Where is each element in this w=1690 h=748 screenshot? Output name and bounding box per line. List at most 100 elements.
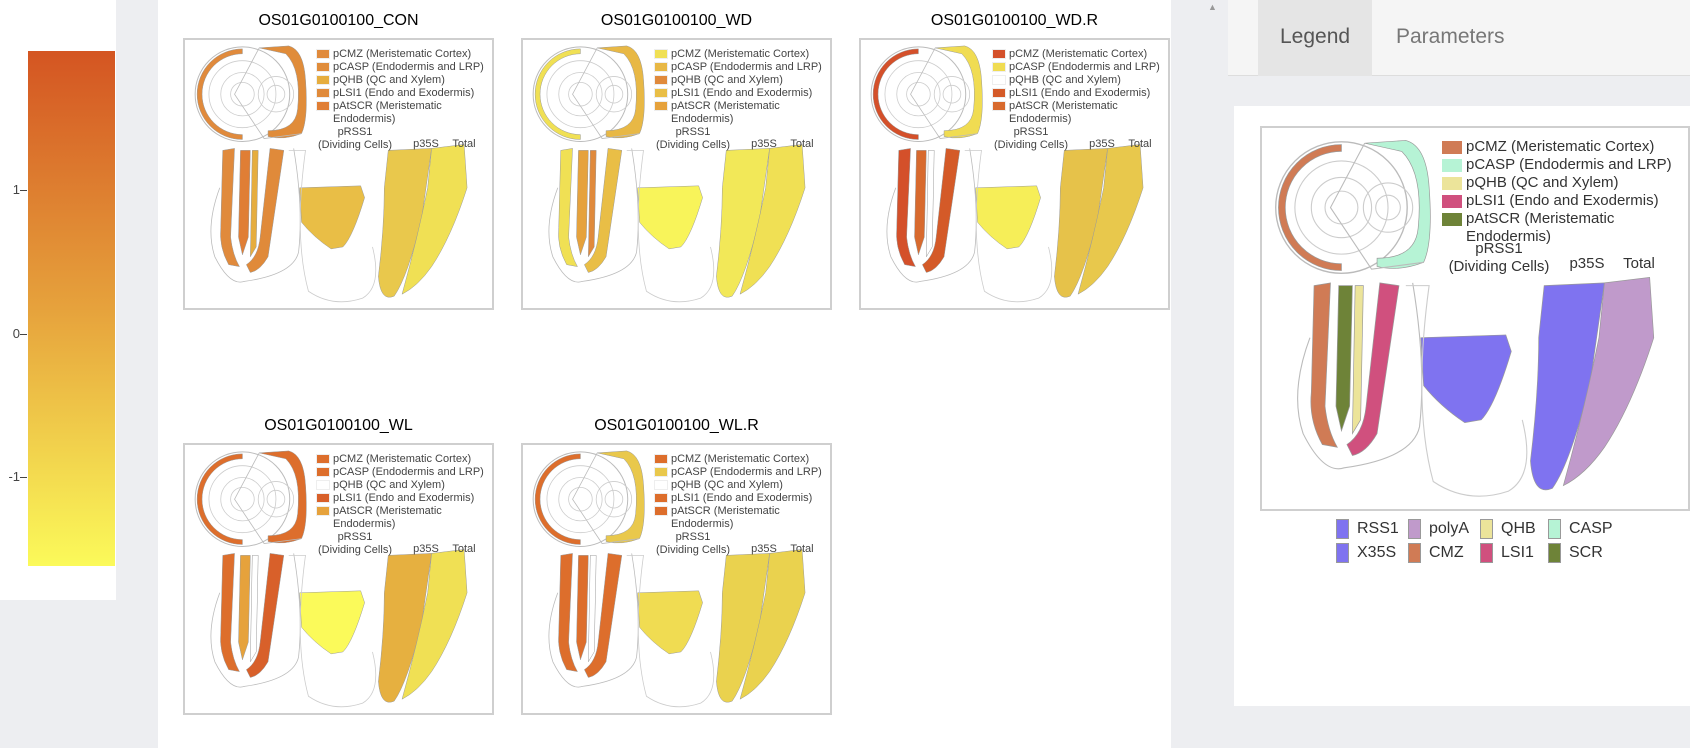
casp-wedge-region	[597, 45, 645, 139]
cmz-region	[558, 148, 578, 267]
panel-title: OS01G0100100_CON	[258, 12, 419, 29]
key-item: CASP	[1548, 518, 1613, 540]
cmz-swatch	[316, 454, 330, 464]
qhb-swatch	[654, 480, 668, 490]
cmz-ring-region	[196, 48, 243, 140]
expression-panels: OS01G0100100_CON pCMZ (Meristematic Corte…	[158, 0, 1171, 748]
color-scale-gradient	[28, 51, 115, 566]
scr-swatch	[992, 101, 1006, 111]
scale-tick	[20, 477, 27, 478]
qhb-swatch	[654, 75, 668, 85]
tab-parameters[interactable]: Parameters	[1396, 0, 1536, 76]
scr-label: pAtSCR (Meristematic Endodermis)	[333, 505, 442, 530]
key-swatch	[1480, 519, 1493, 539]
key-item: polyA	[1408, 518, 1469, 540]
scr-swatch	[316, 506, 330, 516]
casp-label: pCASP (Endodermis and LRP)	[333, 61, 484, 73]
key-swatch	[1336, 543, 1349, 563]
casp-swatch	[316, 467, 330, 477]
casp-swatch	[316, 62, 330, 72]
key-swatch	[1548, 543, 1561, 563]
panel-legend: pCMZ (Meristematic Cortex) pCASP (Endoder…	[654, 48, 822, 126]
key-item: RSS1	[1336, 518, 1399, 540]
expression-panel: OS01G0100100_WD pCMZ (Meristematic Cortex…	[521, 12, 832, 312]
scr-swatch	[1442, 213, 1462, 226]
casp-label: pCASP (Endodermis and LRP)	[333, 466, 484, 478]
total-label: Total	[1128, 138, 1152, 150]
cmz-swatch	[316, 49, 330, 59]
tab-legend[interactable]: Legend	[1258, 0, 1372, 76]
cmz-region	[1310, 282, 1339, 448]
panel-title: OS01G0100100_WD.R	[930, 12, 1099, 29]
scroll-up-arrow-icon[interactable]: ▲	[1208, 2, 1217, 12]
expression-panel: OS01G0100100_WL pCMZ (Meristematic Cortex…	[183, 417, 494, 717]
qhb-label: pQHB (QC and Xylem)	[671, 479, 783, 491]
cmz-region	[896, 148, 916, 267]
total-label: Total	[790, 543, 814, 555]
p35s-label: p35S	[413, 543, 439, 555]
qhb-swatch	[1442, 177, 1462, 190]
lsi1-label: pLSI1 (Endo and Exodermis)	[1466, 192, 1659, 209]
scr-region	[1335, 285, 1353, 433]
cmz-ring-region	[872, 48, 919, 140]
scr-label: pAtSCR (Meristematic Endodermis)	[1009, 100, 1118, 125]
cmz-swatch	[654, 49, 668, 59]
total-label: Total	[452, 138, 476, 150]
casp-swatch	[654, 62, 668, 72]
key-item: LSI1	[1480, 542, 1534, 564]
lsi1-label: pLSI1 (Endo and Exodermis)	[333, 492, 475, 504]
legend-panel: pCMZ (Meristematic Cortex) pCASP (Endode…	[1234, 106, 1690, 706]
scr-label: pAtSCR (Meristematic Endodermis)	[671, 100, 780, 125]
rss1-label: pRSS1 (Dividing Cells)	[1448, 240, 1550, 275]
scale-tick-label: 1	[12, 182, 20, 197]
qhb-label: pQHB (QC and Xylem)	[671, 74, 783, 86]
casp-label: pCASP (Endodermis and LRP)	[1009, 61, 1160, 73]
expression-panel: OS01G0100100_WL.R pCMZ (Meristematic Cort…	[521, 417, 832, 717]
rss1-region	[299, 185, 365, 250]
legend-diagram: pCMZ (Meristematic Cortex) pCASP (Endode…	[1260, 126, 1690, 511]
qhb-label: pQHB (QC and Xylem)	[333, 479, 445, 491]
casp-label: pCASP (Endodermis and LRP)	[1466, 156, 1672, 173]
rss1-label: pRSS1 (Dividing Cells)	[994, 126, 1068, 151]
scr-region	[914, 150, 927, 256]
lsi1-label: pLSI1 (Endo and Exodermis)	[671, 492, 813, 504]
scr-swatch	[654, 101, 668, 111]
lsi1-swatch	[1442, 195, 1462, 208]
panel-legend: pCMZ (Meristematic Cortex) pCASP (Endoder…	[316, 453, 484, 531]
panel-diagram: pCMZ (Meristematic Cortex) pCASP (Endoder…	[183, 443, 494, 715]
lsi1-swatch	[316, 88, 330, 98]
lsi1-swatch	[992, 88, 1006, 98]
casp-wedge-region	[259, 450, 307, 544]
panel-diagram: pCMZ (Meristematic Cortex) pCASP (Endoder…	[521, 443, 832, 715]
casp-wedge-region	[597, 450, 645, 544]
casp-swatch	[654, 467, 668, 477]
rss1-region	[637, 590, 703, 655]
p35s-label: p35S	[1569, 255, 1605, 272]
rss1-label: pRSS1 (Dividing Cells)	[318, 531, 392, 556]
key-swatch	[1480, 543, 1493, 563]
cross-section-outline	[194, 451, 291, 547]
qhb-region	[250, 555, 259, 663]
total-label: Total	[1623, 255, 1655, 272]
cmz-swatch	[1442, 141, 1462, 154]
cmz-label: pCMZ (Meristematic Cortex)	[333, 48, 472, 60]
cmz-label: pCMZ (Meristematic Cortex)	[333, 453, 472, 465]
rss1-region	[637, 185, 703, 250]
legend-diagram-key: pCMZ (Meristematic Cortex) pCASP (Endode…	[1442, 138, 1672, 246]
key-swatch	[1548, 519, 1561, 539]
p35s-label: p35S	[413, 138, 439, 150]
p35s-label: p35S	[1089, 138, 1115, 150]
qhb-label: pQHB (QC and Xylem)	[1466, 174, 1619, 191]
panel-diagram: pCMZ (Meristematic Cortex) pCASP (Endoder…	[183, 38, 494, 310]
panel-diagram: pCMZ (Meristematic Cortex) pCASP (Endoder…	[859, 38, 1170, 310]
p35s-label: p35S	[751, 138, 777, 150]
scr-region	[238, 150, 251, 256]
key-item: CMZ	[1408, 542, 1464, 564]
rss1-label: pRSS1 (Dividing Cells)	[318, 126, 392, 151]
lsi1-label: pLSI1 (Endo and Exodermis)	[671, 87, 813, 99]
qhb-region	[926, 150, 935, 258]
qhb-region	[1352, 285, 1364, 435]
cmz-ring-region	[196, 453, 243, 545]
cmz-swatch	[992, 49, 1006, 59]
qhb-region	[588, 150, 597, 258]
